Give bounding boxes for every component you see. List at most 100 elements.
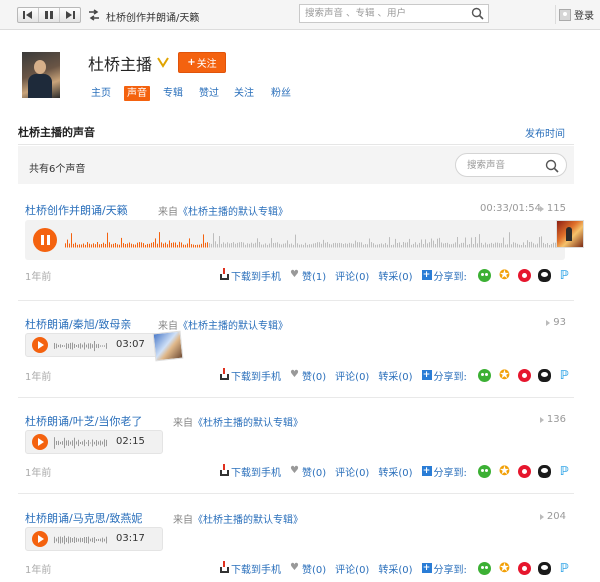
star-icon[interactable]: ✪ — [498, 465, 511, 478]
star-icon[interactable]: ✪ — [498, 562, 511, 575]
play-count: 136 — [539, 414, 566, 425]
wechat-icon[interactable] — [477, 368, 491, 382]
follow-plus-icon: + — [187, 57, 196, 68]
user-icon — [559, 8, 571, 21]
global-search — [299, 4, 489, 23]
tab-fans[interactable]: 粉丝 — [271, 86, 291, 101]
tab-sounds[interactable]: 声音 — [124, 86, 150, 101]
verified-badge-icon — [157, 57, 169, 68]
download-button[interactable]: 下载到手机 — [220, 267, 281, 283]
wechat-icon[interactable] — [477, 464, 491, 478]
album-link[interactable]: 《杜桥主播的默认专辑》 — [193, 418, 303, 429]
track-album: 来自《杜桥主播的默认专辑》 — [158, 203, 288, 218]
track-title[interactable]: 杜桥朗诵/叶芝/当你老了 — [25, 413, 142, 429]
download-label: 下载到手机 — [231, 371, 281, 383]
weibo-icon[interactable] — [517, 368, 531, 382]
download-button[interactable]: 下载到手机 — [220, 560, 281, 576]
qq-icon[interactable] — [537, 464, 551, 478]
track-item: 杜桥创作并朗诵/天籁 来自《杜桥主播的默认专辑》 00:33/01:54 115… — [18, 196, 584, 300]
weibo-icon[interactable] — [517, 464, 531, 478]
prev-button[interactable] — [18, 8, 39, 22]
track-title[interactable]: 杜桥朗诵/秦旭/致母亲 — [25, 316, 131, 332]
comment-button[interactable]: 评论(0) — [335, 368, 369, 383]
wechat-icon[interactable] — [477, 561, 491, 575]
wechat-icon[interactable] — [477, 268, 491, 282]
tab-liked[interactable]: 赞过 — [199, 86, 219, 101]
sort-by-date-link[interactable]: 发布时间 — [525, 125, 565, 140]
track-title[interactable]: 杜桥创作并朗诵/天籁 — [25, 202, 128, 218]
search-icon[interactable] — [471, 7, 484, 20]
like-button[interactable]: ♥ 赞(1) — [290, 268, 326, 283]
weibo-icon[interactable] — [517, 268, 531, 282]
follow-label: 关注 — [196, 59, 217, 70]
qzone-icon[interactable]: ℙ — [558, 268, 571, 282]
share-button[interactable]: + 分享到: — [421, 268, 467, 283]
track-title[interactable]: 杜桥朗诵/马克思/致燕妮 — [25, 510, 142, 526]
track-duration: 03:17 — [116, 533, 145, 544]
download-button[interactable]: 下载到手机 — [220, 463, 281, 479]
waveform-progress[interactable] — [54, 436, 108, 450]
shuffle-icon[interactable] — [88, 8, 100, 22]
repost-count: 转采(0) — [378, 371, 413, 383]
plus-share-icon: + — [421, 466, 432, 476]
pause-button[interactable] — [39, 8, 60, 22]
repost-button[interactable]: 转采(0) — [378, 561, 412, 576]
track-item: 杜桥朗诵/秦旭/致母亲 来自《杜桥主播的默认专辑》 93 03:07 1年前 下… — [18, 312, 574, 396]
track-duration: 03:07 — [116, 339, 145, 350]
star-icon[interactable]: ✪ — [498, 369, 511, 382]
share-button[interactable]: + 分享到: — [421, 561, 467, 576]
heart-icon: ♥ — [290, 269, 299, 280]
album-link[interactable]: 《杜桥主播的默认专辑》 — [193, 515, 303, 526]
waveform-progress[interactable] — [54, 339, 108, 353]
comment-button[interactable]: 评论(0) — [335, 464, 369, 479]
share-button[interactable]: + 分享到: — [421, 464, 467, 479]
track-cover[interactable] — [556, 220, 584, 248]
qzone-icon[interactable]: ℙ — [558, 464, 571, 478]
star-icon[interactable]: ✪ — [498, 269, 511, 282]
now-playing-title[interactable]: 杜桥创作并朗诵/天籁 — [106, 9, 199, 24]
comment-button[interactable]: 评论(0) — [335, 561, 369, 576]
login-button[interactable]: 登录 — [555, 5, 600, 24]
weibo-icon[interactable] — [517, 561, 531, 575]
waveform-progress[interactable] — [54, 533, 108, 547]
download-button[interactable]: 下载到手机 — [220, 367, 281, 383]
track-cover[interactable] — [152, 330, 184, 362]
album-link[interactable]: 《杜桥主播的默认专辑》 — [178, 207, 288, 218]
player-topbar: 杜桥创作并朗诵/天籁 登录 — [0, 0, 600, 30]
pause-icon — [45, 11, 53, 19]
global-search-input[interactable] — [300, 5, 460, 22]
play-icon — [38, 438, 44, 446]
qq-icon[interactable] — [537, 268, 551, 282]
pause-button[interactable] — [33, 228, 57, 252]
play-button[interactable] — [32, 337, 48, 353]
tab-home[interactable]: 主页 — [91, 86, 111, 101]
repost-button[interactable]: 转采(0) — [378, 268, 412, 283]
album-link[interactable]: 《杜桥主播的默认专辑》 — [178, 321, 288, 332]
play-button[interactable] — [32, 531, 48, 547]
like-button[interactable]: ♥ 赞(0) — [290, 464, 326, 479]
waveform-progress[interactable] — [65, 226, 557, 254]
qq-icon[interactable] — [537, 561, 551, 575]
play-button[interactable] — [32, 434, 48, 450]
repost-button[interactable]: 转采(0) — [378, 368, 412, 383]
section-title: 杜桥主播的声音 — [18, 126, 95, 139]
sound-search-input[interactable] — [456, 154, 540, 176]
search-icon[interactable] — [545, 159, 559, 173]
qzone-icon[interactable]: ℙ — [558, 368, 571, 382]
comment-button[interactable]: 评论(0) — [335, 268, 369, 283]
track-actions: 下载到手机 ♥ 赞(0) 评论(0) 转采(0) + 分享到: ✪ ℙ — [220, 560, 571, 576]
from-label: 来自 — [158, 207, 178, 218]
qq-icon[interactable] — [537, 368, 551, 382]
qzone-icon[interactable]: ℙ — [558, 561, 571, 575]
profile-avatar[interactable] — [22, 52, 60, 98]
like-button[interactable]: ♥ 赞(0) — [290, 368, 326, 383]
repost-button[interactable]: 转采(0) — [378, 464, 412, 479]
tab-albums[interactable]: 专辑 — [163, 86, 183, 101]
follow-button[interactable]: + 关注 — [178, 52, 226, 73]
tab-following[interactable]: 关注 — [234, 86, 254, 101]
repost-count: 转采(0) — [378, 467, 413, 479]
play-count: 204 — [539, 511, 566, 522]
next-button[interactable] — [60, 8, 80, 22]
like-button[interactable]: ♥ 赞(0) — [290, 561, 326, 576]
share-button[interactable]: + 分享到: — [421, 368, 467, 383]
